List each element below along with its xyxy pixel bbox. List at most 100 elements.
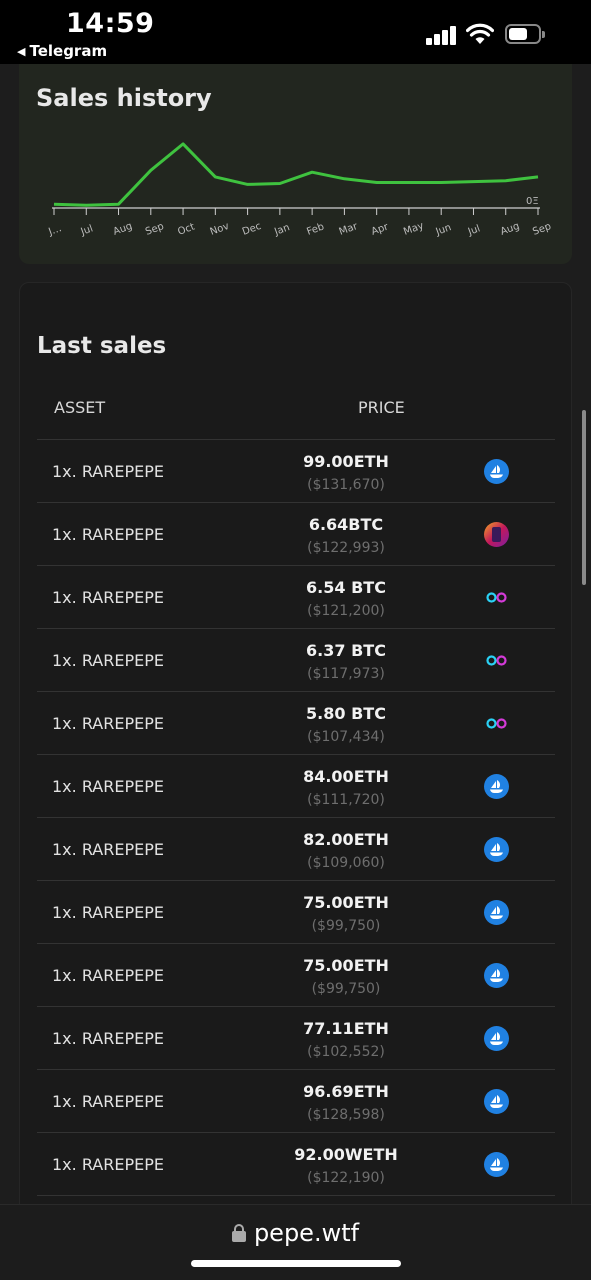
battery-icon [505,24,545,44]
opensea-icon[interactable] [484,459,509,484]
asset-cell: 1x. RAREPEPE [52,462,164,481]
table-row[interactable]: 1x. RAREPEPE 5.80 BTC ($107,434) [37,692,555,755]
web-page: Sales history 0Ξ J… Jul Aug Sep Oct Nov Dec Jan F… [0,64,591,1204]
table-row[interactable]: 1x. RAREPEPE 6.37 BTC ($117,973) [37,629,555,692]
back-label: Telegram [29,42,108,60]
x-tick-label: J… [46,223,63,238]
infinity-icon[interactable] [484,648,509,673]
price-crypto: 75.00ETH [303,893,389,912]
asset-cell: 1x. RAREPEPE [52,1092,164,1111]
x-tick-label: Jul [79,223,95,238]
price-crypto: 84.00ETH [303,767,389,786]
price-cell: 82.00ETH ($109,060) [231,830,461,871]
asset-cell: 1x. RAREPEPE [52,777,164,796]
price-cell: 99.00ETH ($131,670) [231,452,461,493]
x-tick-label: Sep [531,221,552,238]
asset-cell: 1x. RAREPEPE [52,588,164,607]
x-tick-label: Jul [466,223,482,238]
table-row[interactable]: 1x. RAREPEPE 6.54 BTC ($121,200) [37,566,555,629]
price-usd: ($99,750) [311,981,381,997]
x-tick-label: Aug [112,221,134,238]
asset-cell: 1x. RAREPEPE [52,714,164,733]
asset-cell: 1x. RAREPEPE [52,651,164,670]
price-crypto: 77.11ETH [303,1019,389,1038]
price-usd: ($107,434) [307,729,385,745]
opensea-icon[interactable] [484,900,509,925]
url-display[interactable]: pepe.wtf [0,1219,591,1247]
table-row[interactable]: 1x. RAREPEPE 84.00ETH ($111,720) [37,755,555,818]
price-cell: 6.64BTC ($122,993) [231,515,461,556]
table-row[interactable]: 1x. RAREPEPE 96.69ETH ($128,598) [37,1070,555,1133]
price-crypto: 82.00ETH [303,830,389,849]
table-row[interactable]: 1x. RAREPEPE 77.11ETH ($102,552) [37,1007,555,1070]
price-usd: ($99,750) [311,918,381,934]
table-row[interactable]: 1x. RAREPEPE 6.64BTC ($122,993) [37,503,555,566]
x-tick-label: Feb [305,221,325,237]
price-crypto: 75.00ETH [303,956,389,975]
magiceden-icon[interactable] [484,522,509,547]
price-usd: ($122,190) [307,1170,385,1186]
sales-history-chart: 0Ξ J… Jul Aug Sep Oct Nov Dec Jan Feb Mar Apr May Jun… [46,142,553,238]
sales-history-card: Sales history 0Ξ J… Jul Aug Sep Oct Nov Dec Jan F… [19,64,572,264]
price-cell: 84.00ETH ($111,720) [231,767,461,808]
x-tick-label: Dec [241,221,263,238]
x-tick-label: Nov [209,221,231,238]
home-indicator[interactable] [191,1260,401,1267]
browser-url-bar[interactable]: pepe.wtf [0,1204,591,1280]
infinity-icon[interactable] [484,585,509,610]
x-tick-label: Jun [434,222,453,238]
price-usd: ($111,720) [307,792,385,808]
table-row[interactable]: 1x. RAREPEPE 82.00ETH ($109,060) [37,818,555,881]
price-cell: 75.00ETH ($99,750) [231,956,461,997]
price-usd: ($117,973) [307,666,385,682]
opensea-icon[interactable] [484,1152,509,1177]
wifi-icon [466,23,494,44]
infinity-icon[interactable] [484,711,509,736]
price-usd: ($122,993) [307,540,385,556]
opensea-icon[interactable] [484,774,509,799]
opensea-icon[interactable] [484,963,509,988]
last-sales-title: Last sales [37,333,167,359]
price-cell: 92.00WETH ($122,190) [231,1145,461,1186]
price-cell: 77.11ETH ($102,552) [231,1019,461,1060]
price-crypto: 99.00ETH [303,452,389,471]
column-header-asset: ASSET [54,398,106,417]
sales-history-title: Sales history [36,84,212,112]
price-crypto: 6.37 BTC [306,641,386,660]
price-usd: ($121,200) [307,603,385,619]
x-tick-label: Sep [144,221,165,238]
price-cell: 5.80 BTC ($107,434) [231,704,461,745]
asset-cell: 1x. RAREPEPE [52,1029,164,1048]
x-tick-label: Aug [499,221,521,238]
price-usd: ($131,670) [307,477,385,493]
price-crypto: 96.69ETH [303,1082,389,1101]
x-tick-label: Oct [176,222,196,238]
price-cell: 6.37 BTC ($117,973) [231,641,461,682]
table-row[interactable]: 1x. RAREPEPE 92.00WETH ($122,190) [37,1133,555,1196]
opensea-icon[interactable] [484,1026,509,1051]
price-cell: 75.00ETH ($99,750) [231,893,461,934]
cellular-signal-icon [426,25,458,45]
price-usd: ($128,598) [307,1107,385,1123]
lock-icon [231,1224,246,1242]
price-usd: ($102,552) [307,1044,385,1060]
asset-cell: 1x. RAREPEPE [52,1155,164,1174]
back-to-telegram[interactable]: ◀ Telegram [17,42,107,60]
price-crypto: 5.80 BTC [306,704,386,723]
price-crypto: 6.54 BTC [306,578,386,597]
opensea-icon[interactable] [484,1089,509,1114]
last-sales-card: Last sales ASSET PRICE 1x. RAREPEPE 99.00… [19,282,572,1204]
price-crypto: 92.00WETH [294,1145,398,1164]
price-cell: 96.69ETH ($128,598) [231,1082,461,1123]
status-time: 14:59 [66,8,155,39]
table-row[interactable]: 1x. RAREPEPE 75.00ETH ($99,750) [37,944,555,1007]
status-bar: 14:59 ◀ Telegram [0,0,591,64]
table-row[interactable]: 1x. RAREPEPE 75.00ETH ($99,750) [37,881,555,944]
scrollbar-thumb[interactable] [582,410,586,585]
price-crypto: 6.64BTC [308,515,384,534]
x-tick-label: Jan [272,222,291,238]
back-arrow-icon: ◀ [17,44,26,58]
table-row[interactable]: 1x. RAREPEPE 99.00ETH ($131,670) [37,440,555,503]
asset-cell: 1x. RAREPEPE [52,840,164,859]
opensea-icon[interactable] [484,837,509,862]
